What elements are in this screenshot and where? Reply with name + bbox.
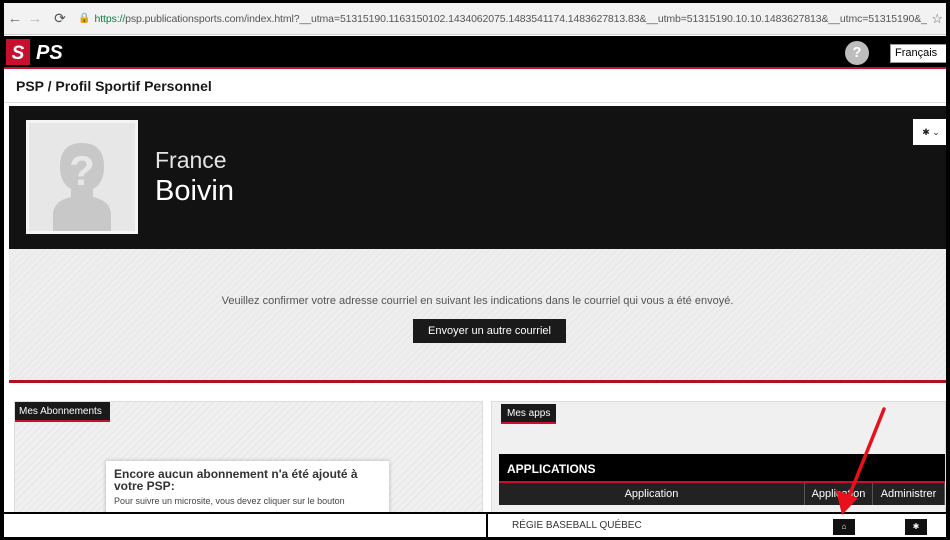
home-icon: ⌂: [841, 522, 847, 531]
reload-icon[interactable]: ⟳: [50, 10, 70, 27]
empty-subscriptions-text: Pour suivre un microsite, vous devez cli…: [114, 496, 345, 506]
svg-text:?: ?: [69, 147, 95, 194]
empty-subscriptions-card: Encore aucun abonnement n'a été ajouté à…: [106, 461, 389, 512]
address-bar: ← → ⟳ 🔒 https://psp.publicationsports.co…: [4, 3, 946, 35]
page-title: PSP / Profil Sportif Personnel: [16, 78, 212, 94]
ps-logo-icon[interactable]: S PS: [6, 39, 76, 65]
url-field[interactable]: https://psp.publicationsports.com/index.…: [94, 13, 927, 25]
profile-banner: ? France Boivin ✱ ⌄: [9, 106, 946, 249]
app-row-name: RÉGIE BASEBALL QUÉBEC: [512, 520, 642, 531]
empty-subscriptions-title: Encore aucun abonnement n'a été ajouté à…: [114, 467, 358, 493]
url-host: psp.publicationsports.com: [125, 12, 245, 25]
applications-table-header: Application Application Administrer: [499, 483, 945, 505]
gear-icon: ✱: [912, 522, 920, 531]
url-scheme: https://: [94, 12, 126, 25]
open-application-button[interactable]: ⌂: [833, 519, 855, 535]
help-icon[interactable]: ?: [845, 41, 869, 65]
lock-icon: 🔒: [78, 13, 91, 24]
gear-icon: ✱: [922, 127, 930, 137]
notice-message: Veuillez confirmer votre adresse courrie…: [221, 295, 734, 307]
svg-text:S: S: [12, 43, 25, 64]
administer-button[interactable]: ✱: [905, 519, 927, 535]
table-row: RÉGIE BASEBALL QUÉBEC ⌂ ✱: [4, 512, 946, 537]
apps-tab[interactable]: Mes apps: [501, 404, 557, 424]
profile-settings-button[interactable]: ✱ ⌄: [913, 119, 946, 145]
profile-first-name: France: [155, 147, 227, 173]
column-header-administer: Administrer: [873, 483, 945, 505]
column-header-application: Application: [499, 483, 805, 505]
column-header-application-open: Application: [805, 483, 873, 505]
bookmark-star-icon[interactable]: ☆: [931, 11, 943, 27]
logo-text: PS: [36, 42, 63, 64]
avatar-placeholder-icon: ?: [53, 143, 111, 231]
profile-last-name: Boivin: [155, 175, 234, 207]
apps-panel: Mes apps APPLICATIONS Application Applic…: [491, 401, 946, 513]
email-confirmation-notice: Veuillez confirmer votre adresse courrie…: [9, 249, 946, 383]
row-divider: [486, 514, 488, 537]
applications-table-title: APPLICATIONS: [499, 454, 945, 483]
back-icon[interactable]: ←: [6, 10, 24, 27]
resend-email-button[interactable]: Envoyer un autre courriel: [413, 319, 566, 343]
url-path: /index.html?__utma=51315190.1163150102.1…: [244, 12, 928, 25]
subscriptions-tab[interactable]: Mes Abonnements: [15, 402, 110, 422]
language-select[interactable]: Français: [890, 44, 946, 63]
subscriptions-panel: Mes Abonnements Encore aucun abonnement …: [14, 401, 483, 513]
browser-window: ← → ⟳ 🔒 https://psp.publicationsports.co…: [4, 3, 946, 537]
avatar[interactable]: ?: [26, 120, 138, 234]
app-header: S PS ? Français: [4, 36, 946, 69]
forward-icon[interactable]: →: [26, 10, 44, 27]
title-bar: PSP / Profil Sportif Personnel: [4, 71, 946, 103]
applications-table: APPLICATIONS Application Application Adm…: [499, 454, 945, 505]
chevron-down-icon: ⌄: [932, 127, 940, 137]
help-glyph: ?: [852, 44, 862, 61]
